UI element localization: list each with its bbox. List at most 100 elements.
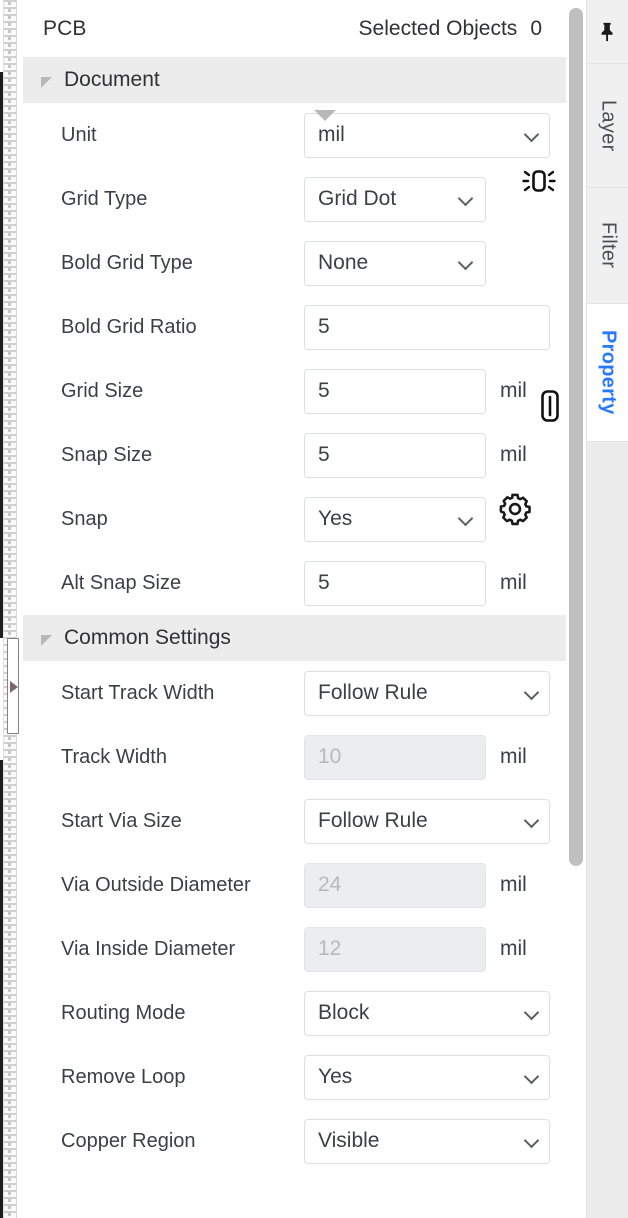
property-row-routing-mode: Routing Mode Block xyxy=(23,981,566,1045)
field-value: Yes xyxy=(318,507,353,530)
property-row-copper-region: Copper Region Visible xyxy=(23,1109,566,1173)
select-start-track-width[interactable]: Follow Rule xyxy=(304,670,550,716)
field-value: 24 xyxy=(318,873,342,896)
field-value: Block xyxy=(318,1001,370,1024)
property-label: Start Via Size xyxy=(61,809,182,832)
property-label: Remove Loop xyxy=(61,1065,186,1088)
unit-label: mil xyxy=(500,443,527,466)
chevron-down-icon xyxy=(525,1006,539,1020)
property-row-via-outside-diameter: Via Outside Diameter 24 mil xyxy=(23,853,566,917)
chevron-down-icon xyxy=(525,1070,539,1084)
property-label: Via Outside Diameter xyxy=(61,873,251,896)
gear-button[interactable] xyxy=(497,491,533,527)
input-snap-size[interactable]: 5 xyxy=(304,432,486,478)
unit-label: mil xyxy=(500,379,527,402)
field-value: 5 xyxy=(318,379,330,402)
left-gutter xyxy=(0,0,23,1218)
field-value: Follow Rule xyxy=(318,809,428,832)
gear-icon xyxy=(499,493,531,526)
caret-collapse-icon xyxy=(41,76,52,88)
select-copper-region[interactable]: Visible xyxy=(304,1118,550,1164)
dropdown-open-marker-icon xyxy=(314,110,336,121)
property-label: Alt Snap Size xyxy=(61,571,182,594)
chevron-down-icon xyxy=(459,192,473,206)
unit-label: mil xyxy=(500,873,527,896)
field-value: 12 xyxy=(318,937,342,960)
field-value: 5 xyxy=(318,443,330,466)
unit-label: mil xyxy=(500,937,527,960)
field-value: Follow Rule xyxy=(318,681,428,704)
input-alt-snap-size[interactable]: 5 xyxy=(304,560,486,606)
panel-scrollbar-thumb[interactable] xyxy=(569,8,583,866)
select-remove-loop[interactable]: Yes xyxy=(304,1054,550,1100)
select-bold-grid-type[interactable]: None xyxy=(304,240,486,286)
section-title: Document xyxy=(64,68,160,91)
grid-highlight-icon xyxy=(522,170,556,192)
input-bold-grid-ratio[interactable]: 5 xyxy=(304,304,550,350)
section-header-common-settings[interactable]: Common Settings xyxy=(23,615,566,661)
tabs-container: Layer Filter Property xyxy=(587,64,628,442)
input-via-outside-diameter[interactable]: 24 xyxy=(304,862,486,908)
chevron-down-icon xyxy=(525,814,539,828)
property-label: Snap xyxy=(61,507,108,530)
property-label: Bold Grid Type xyxy=(61,251,193,274)
grid-highlight-button[interactable] xyxy=(519,161,559,201)
select-grid-type[interactable]: Grid Dot xyxy=(304,176,486,222)
collapse-arrow-icon xyxy=(10,681,18,693)
tab-label: Filter xyxy=(597,222,620,269)
field-value: Grid Dot xyxy=(318,187,397,210)
tab-rail-filler xyxy=(587,443,628,1218)
property-row-snap: Snap Yes xyxy=(23,487,566,551)
chevron-down-icon xyxy=(525,1134,539,1148)
property-row-grid-type: Grid Type Grid Dot xyxy=(23,167,566,231)
section-header-document[interactable]: Document xyxy=(23,57,566,103)
tab-filter[interactable]: Filter xyxy=(587,188,628,304)
panel-collapse-handle[interactable] xyxy=(7,638,19,734)
tab-label: Layer xyxy=(597,99,620,152)
property-label: Grid Size xyxy=(61,379,144,402)
tab-label: Property xyxy=(597,330,620,415)
property-label: Routing Mode xyxy=(61,1001,186,1024)
property-row-bold-grid-ratio: Bold Grid Ratio 5 xyxy=(23,295,566,359)
section-rows-document: Unit mil Grid Type Grid Dot Bold Grid Type No… xyxy=(23,103,566,615)
sections-container: Document Unit mil Grid Type Grid Dot Bold Gri… xyxy=(23,57,566,1173)
pin-panel-button[interactable] xyxy=(587,0,628,64)
input-track-width[interactable]: 10 xyxy=(304,734,486,780)
property-row-grid-size: Grid Size 5 mil xyxy=(23,359,566,423)
select-snap[interactable]: Yes xyxy=(304,496,486,542)
selected-objects-status: Selected Objects 0 xyxy=(359,17,542,41)
property-label: Bold Grid Ratio xyxy=(61,315,197,338)
select-unit[interactable]: mil xyxy=(304,112,550,158)
section-title: Common Settings xyxy=(64,626,231,649)
property-row-start-via-size: Start Via Size Follow Rule xyxy=(23,789,566,853)
right-tab-rail: Layer Filter Property xyxy=(586,0,628,1218)
selected-objects-count: 0 xyxy=(530,16,542,40)
chevron-down-icon xyxy=(459,512,473,526)
select-start-via-size[interactable]: Follow Rule xyxy=(304,798,550,844)
chevron-down-icon xyxy=(459,256,473,270)
input-via-inside-diameter[interactable]: 12 xyxy=(304,926,486,972)
property-label: Track Width xyxy=(61,745,167,768)
section-rows-common-settings: Start Track Width Follow Rule Track Width 1… xyxy=(23,661,566,1173)
property-label: Via Inside Diameter xyxy=(61,937,236,960)
property-panel-window: PCB Selected Objects 0 Document Unit mil Gr… xyxy=(0,0,628,1218)
field-value: Yes xyxy=(318,1065,353,1088)
property-label: Grid Type xyxy=(61,187,148,210)
field-value: Visible xyxy=(318,1129,380,1152)
property-row-remove-loop: Remove Loop Yes xyxy=(23,1045,566,1109)
property-label: Snap Size xyxy=(61,443,153,466)
field-value: mil xyxy=(318,123,345,146)
snap-size-button[interactable] xyxy=(537,387,563,425)
property-row-via-inside-diameter: Via Inside Diameter 12 mil xyxy=(23,917,566,981)
tab-layer[interactable]: Layer xyxy=(587,64,628,188)
page-title: PCB xyxy=(43,16,87,40)
unit-label: mil xyxy=(500,745,527,768)
field-value: 5 xyxy=(318,571,330,594)
ruler-tick-dots xyxy=(8,0,12,1218)
property-row-track-width: Track Width 10 mil xyxy=(23,725,566,789)
pin-icon xyxy=(601,22,613,41)
tab-property[interactable]: Property xyxy=(587,304,628,442)
input-grid-size[interactable]: 5 xyxy=(304,368,486,414)
select-routing-mode[interactable]: Block xyxy=(304,990,550,1036)
selected-objects-label: Selected Objects xyxy=(358,16,518,40)
